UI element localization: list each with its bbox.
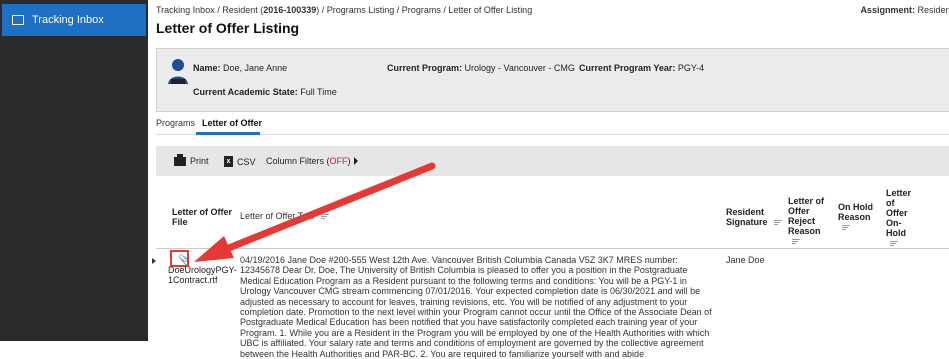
program-value: Urology - Vancouver - CMG	[464, 63, 575, 73]
sidebar: Tracking Inbox	[0, 0, 148, 341]
table-toolbar: Print x CSV Column Filters (OFF)	[156, 146, 949, 176]
active-tab-indicator	[196, 132, 260, 135]
filters-state: OFF	[329, 156, 348, 166]
main-content: Tracking Inbox / Resident (2016-100339) …	[148, 0, 949, 359]
csv-label: CSV	[237, 156, 256, 167]
sort-icon[interactable]	[320, 213, 329, 220]
column-header-signature-label: Resident Signature	[726, 207, 768, 227]
tab-letter-of-offer[interactable]: Letter of Offer	[202, 118, 262, 128]
assignment-value: Resident	[917, 5, 949, 15]
print-button[interactable]: Print	[174, 153, 209, 166]
year-label: Current Program Year:	[579, 63, 676, 73]
resident-name-field: Name: Doe, Jane Anne	[193, 63, 287, 73]
current-program-year-field: Current Program Year: PGY-4	[579, 63, 704, 73]
column-header-on-hold[interactable]: Letter of Offer On-Hold	[886, 188, 916, 248]
csv-file-icon: x	[224, 156, 233, 167]
breadcrumb-resident-id: 2016-100339	[263, 5, 317, 15]
csv-export-button[interactable]: x CSV	[224, 156, 256, 167]
state-value: Full Time	[300, 87, 337, 97]
year-value: PGY-4	[677, 63, 705, 73]
column-header-hold-label: On Hold Reason	[838, 202, 873, 222]
name-label: Name:	[193, 63, 221, 73]
tab-bar: Programs Letter of Offer	[156, 112, 949, 135]
inbox-icon	[12, 15, 24, 25]
program-label: Current Program:	[387, 63, 463, 73]
column-header-file[interactable]: Letter of Offer File	[172, 207, 232, 227]
row-expand-icon[interactable]	[152, 258, 156, 264]
sort-icon[interactable]	[774, 219, 783, 226]
state-label: Current Academic State:	[193, 87, 298, 97]
sidebar-item-tracking-inbox[interactable]: Tracking Inbox	[2, 4, 146, 36]
column-header-text-label: Letter of Offer Text	[240, 211, 315, 221]
sort-icon[interactable]	[842, 224, 850, 231]
filters-label: Column Filters (	[266, 156, 330, 166]
sidebar-item-label: Tracking Inbox	[32, 14, 104, 26]
column-header-hold-reason[interactable]: On Hold Reason	[838, 202, 880, 232]
column-header-text[interactable]: Letter of Offer Text	[240, 211, 329, 221]
column-header-file-label: Letter of Offer File	[172, 207, 233, 227]
resident-info-panel: Name: Doe, Jane Anne Current Program: Ur…	[156, 48, 949, 112]
assignment-indicator: Assignment: Resident	[860, 5, 949, 15]
filters-close: )	[347, 156, 351, 166]
table-header-divider	[156, 248, 949, 249]
letter-text-cell: 04/19/2016 Jane Doe #200-555 West 12th A…	[240, 255, 712, 359]
printer-icon	[174, 153, 186, 166]
column-header-onhold-label: Letter of Offer On-Hold	[886, 188, 912, 238]
breadcrumb[interactable]: Tracking Inbox / Resident (2016-100339) …	[156, 5, 532, 15]
print-label: Print	[190, 156, 209, 166]
academic-state-field: Current Academic State: Full Time	[193, 87, 337, 97]
name-value: Doe, Jane Anne	[223, 63, 288, 73]
breadcrumb-text-rest: ) / Programs Listing / Programs / Letter…	[316, 5, 533, 15]
column-header-reject-label: Letter of Offer Reject Reason	[788, 196, 824, 236]
sort-icon[interactable]	[792, 238, 800, 245]
assignment-label: Assignment:	[860, 5, 915, 15]
breadcrumb-text: Tracking Inbox / Resident (	[156, 5, 264, 15]
tab-programs[interactable]: Programs	[156, 118, 195, 128]
column-header-reject-reason[interactable]: Letter of Offer Reject Reason	[788, 196, 830, 246]
resident-avatar-icon	[168, 59, 188, 84]
triangle-right-icon	[353, 157, 358, 165]
resident-signature-cell: Jane Doe	[726, 255, 765, 265]
sort-icon[interactable]	[890, 240, 898, 247]
column-header-signature[interactable]: Resident Signature	[726, 207, 784, 227]
page-title: Letter of Offer Listing	[156, 20, 300, 36]
column-filters-toggle[interactable]: Column Filters (OFF)	[266, 156, 358, 166]
letter-file-link[interactable]: DoeUrologyPGY-1Contract.rtf	[168, 265, 237, 285]
current-program-field: Current Program: Urology - Vancouver - C…	[387, 63, 575, 73]
